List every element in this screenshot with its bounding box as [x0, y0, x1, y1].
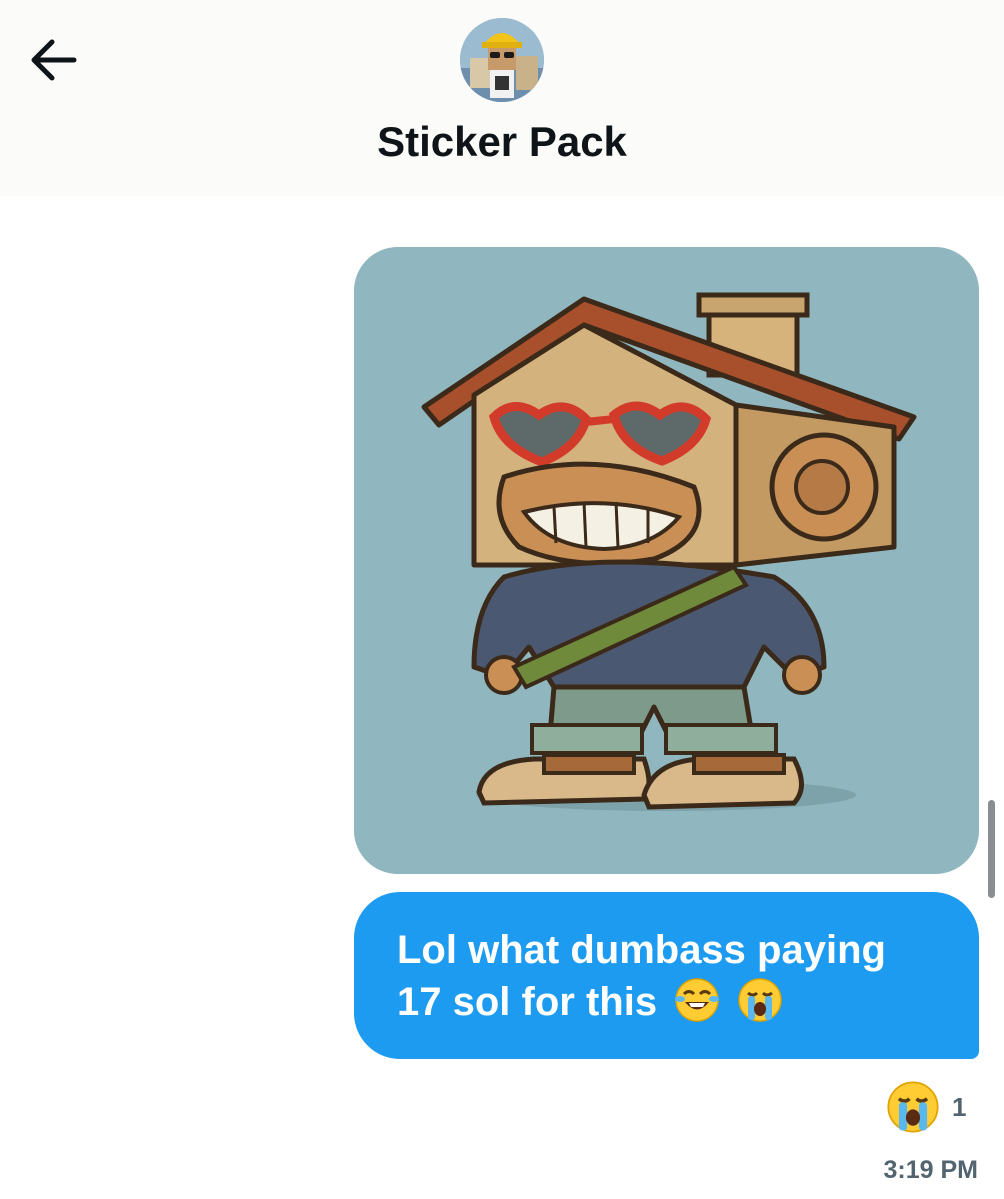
loudly-crying-face-icon — [886, 1080, 940, 1139]
avatar-image — [460, 18, 544, 102]
dm-conversation-screen: Sticker Pack Lol what dumbass paying 17 … — [0, 0, 1004, 1199]
conversation-title: Sticker Pack — [377, 118, 627, 165]
loudly-crying-face-icon — [737, 977, 783, 1036]
image-message[interactable] — [354, 247, 979, 874]
reaction-count: 1 — [952, 1092, 967, 1122]
face-with-tears-of-joy-icon — [674, 977, 720, 1036]
message-reaction[interactable]: 1 — [886, 1080, 976, 1136]
scrollbar[interactable] — [988, 800, 995, 898]
avatar[interactable] — [460, 18, 544, 102]
arrow-left-icon — [31, 39, 77, 81]
back-button[interactable] — [24, 32, 84, 88]
message-line-2: 17 sol for this — [397, 980, 658, 1024]
cartoon-ape-with-house-head-sticker — [354, 247, 979, 874]
conversation-header: Sticker Pack — [0, 0, 1004, 196]
message-timestamp: 3:19 PM — [883, 1156, 978, 1184]
text-message[interactable]: Lol what dumbass paying 17 sol for this — [354, 892, 979, 1059]
message-line-1: Lol what dumbass paying — [397, 928, 886, 972]
message-text: Lol what dumbass paying 17 sol for this — [397, 924, 939, 1036]
